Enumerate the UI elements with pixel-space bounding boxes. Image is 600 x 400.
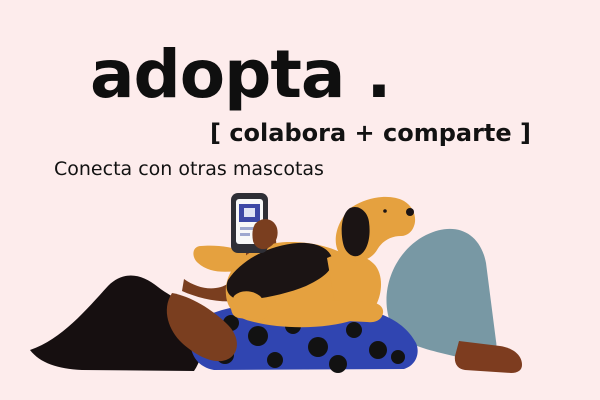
phone-text-line-short [240, 233, 250, 236]
person-shoe [454, 341, 522, 373]
phone [231, 193, 278, 253]
subheadline: [ colabora + comparte ] [210, 119, 531, 147]
dog-nose [406, 208, 414, 216]
phone-photo [239, 204, 260, 222]
dog-chest [327, 253, 382, 322]
dog-ear [341, 206, 370, 257]
dog [193, 196, 416, 328]
dog-head [335, 196, 416, 262]
person-legs [386, 228, 497, 362]
person-hand [252, 219, 278, 250]
dog-tail [193, 245, 246, 272]
dog-leg-front [326, 300, 384, 323]
phone-photo-detail [244, 208, 255, 217]
headline: adopta . [90, 36, 392, 113]
shirt-pattern [216, 315, 405, 373]
person-back-arm [166, 293, 237, 362]
tagline: Conecta con otras mascotas [54, 158, 324, 180]
person-hair [30, 275, 203, 371]
dog-eye [383, 209, 387, 213]
hero-section: adopta . [ colabora + comparte ] Conecta… [0, 0, 600, 400]
dog-leg-back [231, 291, 269, 321]
person-shirt [190, 301, 418, 370]
person [30, 226, 522, 373]
phone-text-line [240, 227, 254, 230]
person-arm [182, 226, 277, 302]
dog-body [225, 241, 377, 328]
dog-dark-patch [226, 242, 333, 301]
phone-body [231, 193, 268, 253]
phone-screen [236, 199, 263, 244]
